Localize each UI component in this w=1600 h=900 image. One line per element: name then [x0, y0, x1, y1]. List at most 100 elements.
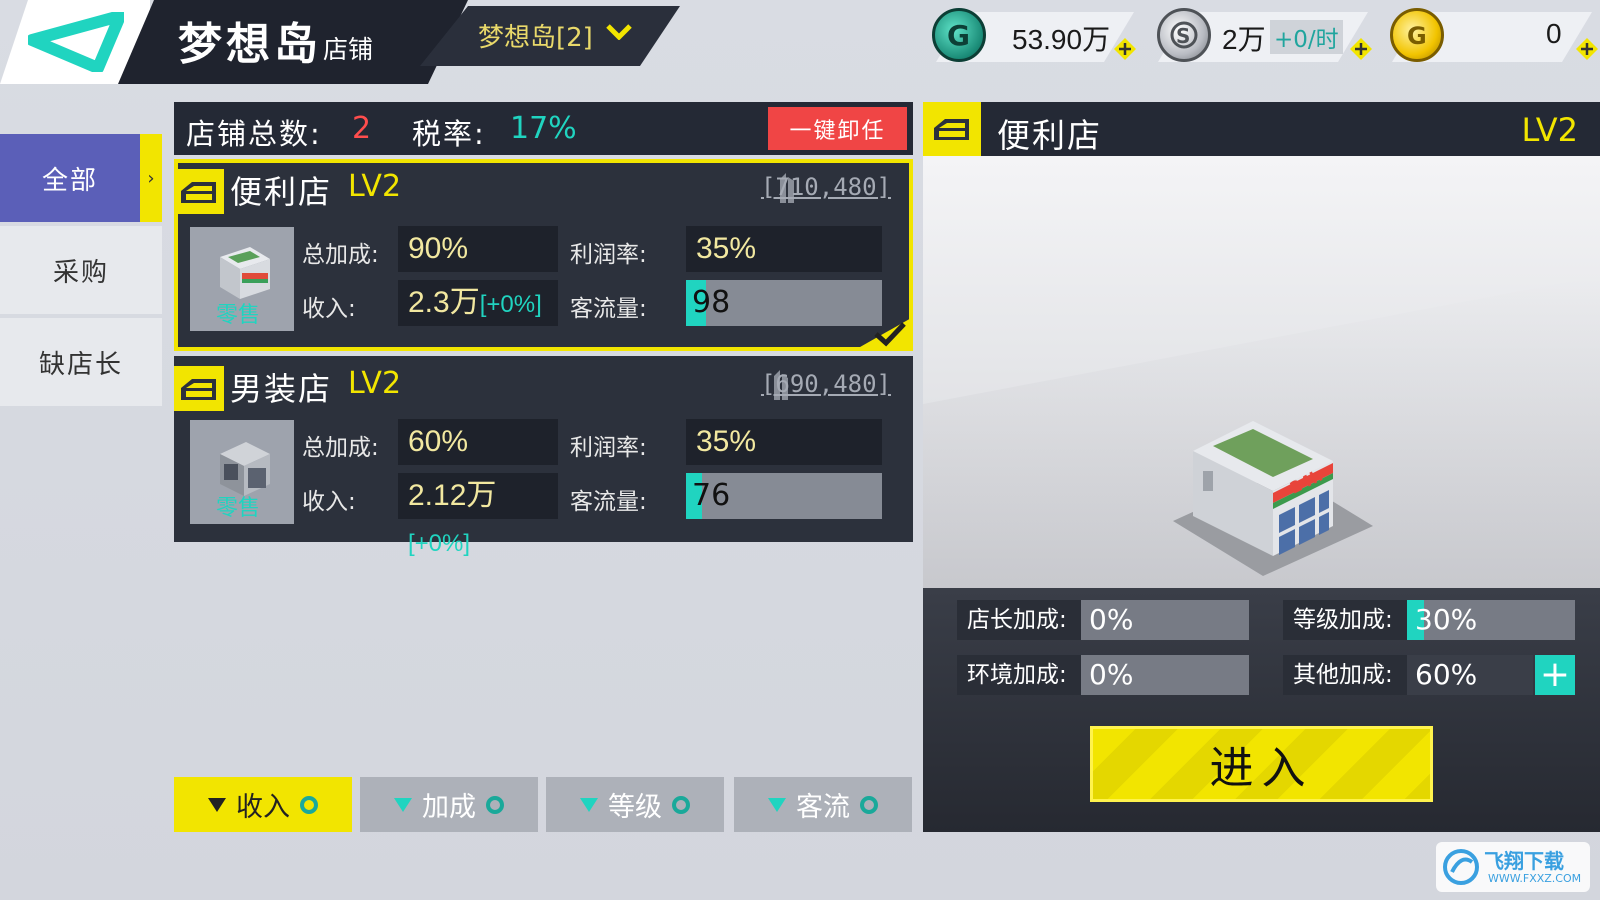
- tax-rate-label: 税率:: [412, 117, 486, 151]
- shop-name: 便利店: [230, 173, 333, 211]
- sort-label: 加成: [422, 792, 476, 823]
- sort-desc-icon: [580, 797, 598, 812]
- site-watermark: 飞翔下载 WWW.FXXZ.COM: [1436, 842, 1590, 892]
- enter-shop-button[interactable]: 进入: [1090, 726, 1433, 802]
- sidebar-item-all[interactable]: 全部: [0, 134, 140, 222]
- shop-3d-preview[interactable]: 24h: [923, 156, 1600, 588]
- shop-badge: [923, 102, 981, 156]
- level-bonus-label: 等级加成:: [1283, 600, 1407, 640]
- currency-silver-value: 2万: [1222, 24, 1266, 55]
- income-amount: 2.3万: [408, 286, 480, 319]
- add-gold-currency-icon[interactable]: [1576, 38, 1598, 60]
- page-title: 梦想岛: [178, 19, 322, 70]
- shop-thumbnail: 零售: [190, 420, 294, 524]
- traffic-value: 98: [692, 285, 731, 320]
- shop-icon: [181, 378, 216, 400]
- sort-indicator-icon: [300, 795, 318, 814]
- sort-by-bonus-button[interactable]: 加成: [360, 777, 538, 832]
- manager-bonus-value: 0%: [1081, 600, 1249, 640]
- shop-icon: [181, 181, 216, 203]
- other-bonus-text: 60%: [1415, 658, 1478, 691]
- traffic-label: 客流量:: [570, 489, 647, 515]
- shop-icon: [934, 119, 969, 140]
- convenience-store-model: 24h: [1173, 421, 1373, 576]
- tax-rate-value: 17%: [510, 111, 577, 146]
- svg-text:G: G: [947, 19, 970, 52]
- sort-desc-icon: [394, 797, 412, 812]
- other-bonus-label: 其他加成:: [1283, 655, 1407, 695]
- manager-bonus-label: 店长加成:: [957, 600, 1081, 640]
- income-label: 收入:: [302, 489, 356, 515]
- sort-by-income-button[interactable]: 收入: [174, 777, 352, 832]
- currency-gold-value: 0: [1546, 18, 1562, 49]
- shop-thumbnail: 零售: [190, 227, 294, 331]
- detail-shop-level: LV2: [1521, 111, 1578, 149]
- env-bonus-label: 环境加成:: [957, 655, 1081, 695]
- shop-level: LV2: [348, 366, 402, 401]
- sort-by-traffic-button[interactable]: 客流: [734, 777, 912, 832]
- income-value: 2.12万 [+0%]: [398, 473, 558, 557]
- shop-badge: [174, 366, 224, 411]
- detail-header: 便利店 LV2: [923, 102, 1600, 156]
- watermark-url: WWW.FXXZ.COM: [1488, 872, 1582, 885]
- total-bonus-value: 90%: [398, 226, 558, 272]
- env-bonus-value: 0%: [1081, 655, 1249, 695]
- svg-text:G: G: [1407, 22, 1427, 50]
- add-green-currency-icon[interactable]: [1114, 38, 1136, 60]
- back-arrow-icon: [28, 12, 124, 72]
- total-bonus-label: 总加成:: [302, 242, 379, 268]
- sidebar-item-purchase[interactable]: 采购: [0, 226, 162, 314]
- shop-name: 男装店: [230, 370, 333, 408]
- green-g-coin-icon: G: [932, 8, 986, 62]
- traffic-value: 76: [692, 478, 731, 513]
- traffic-bar: 76: [686, 473, 882, 519]
- profit-rate-label: 利润率:: [570, 435, 647, 461]
- profit-rate-label: 利润率:: [570, 242, 647, 268]
- traffic-label: 客流量:: [570, 296, 647, 322]
- sort-desc-icon: [208, 797, 226, 812]
- sidebar-item-no-manager[interactable]: 缺店长: [0, 318, 162, 406]
- shop-count-label: 店铺总数:: [186, 117, 322, 151]
- total-bonus-value: 60%: [398, 419, 558, 465]
- other-bonus-value: 60%: [1407, 655, 1533, 695]
- level-bonus-value: 30%: [1407, 600, 1575, 640]
- watermark-text: 飞翔下载: [1484, 849, 1564, 873]
- chevron-right-icon: ›: [140, 134, 162, 222]
- level-bonus-text: 30%: [1415, 603, 1478, 636]
- currency-silver-rate: +0/时: [1270, 20, 1343, 54]
- sort-by-level-button[interactable]: 等级: [546, 777, 724, 832]
- gold-coin-icon: G: [1390, 8, 1444, 62]
- total-bonus-label: 总加成:: [302, 435, 379, 461]
- shop-coordinates[interactable]: [690,480]: [761, 370, 891, 398]
- sort-label: 客流: [796, 792, 850, 823]
- island-selector-label[interactable]: 梦想岛[2]: [478, 17, 593, 54]
- shop-category: 零售: [216, 496, 261, 521]
- watermark-logo-icon: [1443, 849, 1479, 885]
- shop-card-convenience[interactable]: 便利店 LV2 [710,480] 零售 总加成: 90% 利润率: 35% 收…: [174, 159, 913, 351]
- add-silver-currency-icon[interactable]: [1350, 38, 1372, 60]
- sort-label: 收入: [236, 792, 290, 823]
- income-amount: 2.12万: [408, 479, 497, 512]
- checkmark-icon: [874, 322, 906, 347]
- shop-level: LV2: [348, 169, 402, 204]
- top-bar: 梦想岛 店铺 梦想岛[2] G 53.90万 S 2万 +0/时 G 0: [0, 0, 1600, 100]
- env-bonus-text: 0%: [1089, 658, 1134, 691]
- income-label: 收入:: [302, 296, 356, 322]
- dismiss-all-button[interactable]: 一键卸任: [768, 107, 907, 150]
- shop-badge: [174, 169, 224, 214]
- shop-category: 零售: [216, 303, 261, 328]
- shop-coordinates[interactable]: [710,480]: [761, 173, 891, 201]
- sort-indicator-icon: [860, 795, 878, 814]
- shop-count-value: 2: [352, 111, 372, 146]
- profit-rate-value: 35%: [686, 419, 882, 465]
- sort-label: 等级: [608, 792, 662, 823]
- svg-text:S: S: [1176, 24, 1190, 48]
- chevron-down-icon[interactable]: [606, 24, 632, 40]
- manager-bonus-text: 0%: [1089, 603, 1134, 636]
- add-bonus-button[interactable]: +: [1535, 655, 1575, 695]
- traffic-bar: 98: [686, 280, 882, 326]
- sort-indicator-icon: [486, 795, 504, 814]
- currency-green-value: 53.90万: [1012, 24, 1111, 55]
- income-value: 2.3万[+0%]: [398, 280, 558, 326]
- shop-card-menswear[interactable]: 男装店 LV2 [690,480] 零售 总加成: 60% 利润率: 35% 收…: [174, 356, 913, 557]
